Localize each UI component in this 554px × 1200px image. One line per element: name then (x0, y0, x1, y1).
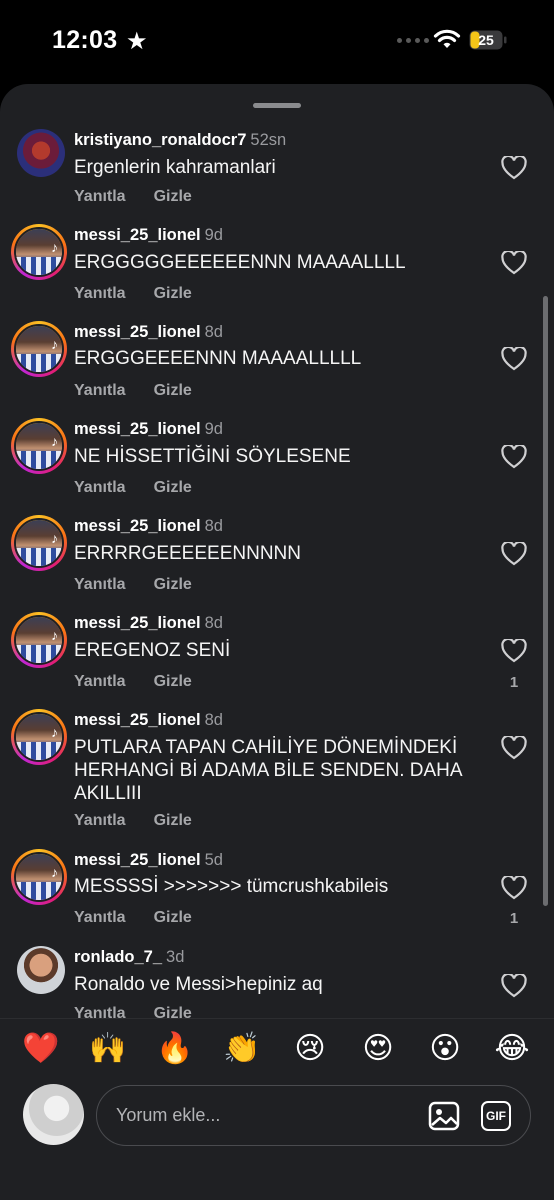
comment-input[interactable]: Yorum ekle... GIF (96, 1085, 531, 1146)
hide-button[interactable]: Gizle (154, 812, 192, 830)
emoji-raised-hands[interactable]: 🙌 (88, 1031, 128, 1066)
comment-time: 8d (204, 323, 223, 341)
hide-button[interactable]: Gizle (154, 673, 192, 691)
comment-username[interactable]: messi_25_lionel (74, 420, 201, 438)
scrollbar[interactable] (543, 296, 548, 906)
avatar[interactable] (17, 129, 65, 177)
status-bar: 12:03 ★ 25 (0, 0, 554, 84)
avatar[interactable]: ♪ (11, 418, 67, 474)
reply-button[interactable]: Yanıtla (74, 909, 126, 927)
emoji-surprised[interactable]: 😮 (425, 1031, 465, 1066)
heart-icon[interactable] (501, 347, 527, 371)
hide-button[interactable]: Gizle (154, 479, 192, 497)
emoji-clap[interactable]: 👏 (222, 1031, 262, 1066)
image-icon[interactable] (428, 1101, 460, 1131)
avatar[interactable]: ♪ (11, 515, 67, 571)
comment-time: 8d (204, 614, 223, 632)
emoji-heart-eyes[interactable]: 😍 (358, 1031, 398, 1066)
like-count[interactable]: 1 (508, 910, 520, 927)
emoji-fire[interactable]: 🔥 (155, 1031, 195, 1066)
emoji-heart[interactable]: ❤️ (21, 1031, 61, 1066)
reply-button[interactable]: Yanıtla (74, 673, 126, 691)
comment-text: Ergenlerin kahramanlari (74, 157, 276, 178)
reply-button[interactable]: Yanıtla (74, 285, 126, 303)
comment-time: 8d (204, 517, 223, 535)
star-icon: ★ (126, 28, 148, 55)
reply-button[interactable]: Yanıtla (74, 576, 126, 594)
avatar[interactable] (17, 946, 65, 994)
avatar[interactable]: ♪ (11, 224, 67, 280)
comment-time: 3d (166, 948, 185, 966)
comment-text: Ronaldo ve Messi>hepiniz aq (74, 974, 323, 995)
heart-icon[interactable] (501, 156, 527, 180)
comment-time: 9d (204, 226, 223, 244)
emoji-bar: ❤️ 🙌 🔥 👏 😢 😍 😮 😂 (0, 1018, 554, 1080)
comment-text: ERRRRGEEEEEENNNNN (74, 543, 301, 564)
comment-input-placeholder: Yorum ekle... (116, 1105, 221, 1125)
battery-icon: 25 (469, 30, 507, 50)
hide-button[interactable]: Gizle (154, 382, 192, 400)
comment-text: PUTLARA TAPAN CAHİLİYE DÖNEMİNDEKİ HERHA… (74, 737, 462, 804)
comment-username[interactable]: kristiyano_ronaldocr7 (74, 131, 246, 149)
comment-time: 9d (204, 420, 223, 438)
reply-button[interactable]: Yanıtla (74, 188, 126, 206)
reply-button[interactable]: Yanıtla (74, 812, 126, 830)
reply-button[interactable]: Yanıtla (74, 479, 126, 497)
sheet-drag-handle[interactable] (253, 103, 301, 108)
hide-button[interactable]: Gizle (154, 909, 192, 927)
heart-icon[interactable] (501, 736, 527, 760)
emoji-laughing[interactable]: 😂 (492, 1031, 532, 1066)
reply-button[interactable]: Yanıtla (74, 382, 126, 400)
like-count[interactable]: 1 (508, 674, 520, 691)
avatar[interactable]: ♪ (11, 849, 67, 905)
comment-username[interactable]: messi_25_lionel (74, 517, 201, 535)
hide-button[interactable]: Gizle (154, 188, 192, 206)
signal-icon (397, 38, 429, 43)
comment-username[interactable]: messi_25_lionel (74, 614, 201, 632)
comment-text: ERGGGEEEENNN MAAAALLLLL (74, 348, 362, 369)
comment-text: ERGGGGGEEEEEENNN MAAAALLLL (74, 252, 406, 273)
avatar[interactable]: ♪ (11, 612, 67, 668)
hide-button[interactable]: Gizle (154, 285, 192, 303)
heart-icon[interactable] (501, 974, 527, 998)
comment-username[interactable]: messi_25_lionel (74, 226, 201, 244)
heart-icon[interactable] (501, 251, 527, 275)
gif-icon[interactable]: GIF (481, 1101, 511, 1131)
battery-level: 25 (478, 32, 494, 48)
wifi-icon (433, 29, 461, 48)
comment-time: 8d (204, 711, 223, 729)
hide-button[interactable]: Gizle (154, 576, 192, 594)
comment-time: 52sn (250, 131, 287, 149)
comment-text: MESSSSİ >>>>>>> tümcrushkabileis (74, 876, 389, 897)
my-avatar[interactable] (23, 1084, 84, 1145)
heart-icon[interactable] (501, 876, 527, 900)
comment-time: 5d (204, 851, 223, 869)
status-time: 12:03 (52, 26, 118, 54)
comment-text: NE HİSSETTİĞİNİ SÖYLESENE (74, 446, 351, 467)
heart-icon[interactable] (501, 445, 527, 469)
comment-username[interactable]: messi_25_lionel (74, 323, 201, 341)
avatar[interactable]: ♪ (11, 321, 67, 377)
avatar[interactable]: ♪ (11, 709, 67, 765)
comment-username[interactable]: messi_25_lionel (74, 711, 201, 729)
heart-icon[interactable] (501, 639, 527, 663)
heart-icon[interactable] (501, 542, 527, 566)
comment-username[interactable]: ronlado_7_ (74, 948, 162, 966)
emoji-crying[interactable]: 😢 (290, 1031, 330, 1066)
comment-username[interactable]: messi_25_lionel (74, 851, 201, 869)
comment-text: EREGENOZ SENİ (74, 640, 231, 661)
